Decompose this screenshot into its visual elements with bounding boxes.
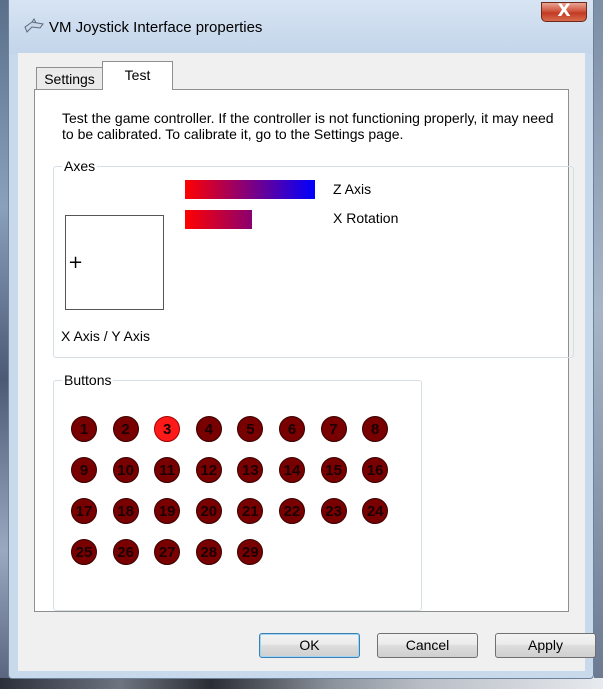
tab-settings[interactable]: Settings xyxy=(36,67,103,89)
button-indicator-18: 18 xyxy=(112,498,139,524)
button-indicator-23: 23 xyxy=(320,498,347,524)
button-indicator-25: 25 xyxy=(71,539,97,565)
button-indicator-11: 11 xyxy=(154,457,181,483)
button-indicator-5: 5 xyxy=(237,416,264,442)
button-indicator-17: 17 xyxy=(71,498,97,524)
ok-button[interactable]: OK xyxy=(259,633,360,658)
cancel-button[interactable]: Cancel xyxy=(377,633,478,658)
crosshair-icon: + xyxy=(68,252,84,273)
button-indicator-27: 27 xyxy=(154,539,181,565)
test-tab-page: Test the game controller. If the control… xyxy=(34,89,574,612)
xy-axis-label: X Axis / Y Axis xyxy=(61,328,150,344)
button-indicator-26: 26 xyxy=(112,539,139,565)
window-title: VM Joystick Interface properties xyxy=(49,19,263,36)
button-indicator-20: 20 xyxy=(195,498,222,524)
taskbar-strip xyxy=(0,678,603,689)
button-indicator-6: 6 xyxy=(279,416,305,442)
button-indicator-2: 2 xyxy=(112,416,139,442)
button-indicator-16: 16 xyxy=(362,457,389,483)
button-indicator-12: 12 xyxy=(195,457,222,483)
button-indicator-4: 4 xyxy=(195,416,222,442)
z-axis-bar xyxy=(185,180,315,199)
properties-dialog: VM Joystick Interface properties X Setti… xyxy=(8,0,596,679)
dialog-client-area: Settings Test Test the game controller. … xyxy=(18,53,596,671)
button-indicator-28: 28 xyxy=(195,539,222,565)
button-indicator-22: 22 xyxy=(279,498,305,524)
button-indicator-24: 24 xyxy=(362,498,389,524)
buttons-group: Buttons 1 2 3 4 5 6 7 8 9 10 11 12 13 14 15 16 17 18 19 20 2… xyxy=(53,372,422,611)
button-indicator-15: 15 xyxy=(320,457,347,483)
axes-group-label: Axes xyxy=(62,158,98,174)
button-indicator-8: 8 xyxy=(362,416,389,442)
button-indicator-19: 19 xyxy=(154,498,181,524)
button-indicator-9: 9 xyxy=(71,457,97,483)
apply-button[interactable]: Apply xyxy=(495,633,596,658)
button-indicator-3: 3 xyxy=(154,416,181,442)
button-indicator-13: 13 xyxy=(237,457,264,483)
button-indicator-21: 21 xyxy=(237,498,264,524)
buttons-group-label: Buttons xyxy=(62,372,114,388)
z-axis-label: Z Axis xyxy=(333,181,372,197)
tab-test[interactable]: Test xyxy=(102,61,173,90)
test-description: Test the game controller. If the control… xyxy=(62,110,554,142)
x-rotation-label: X Rotation xyxy=(333,210,399,226)
axes-group: Axes Z Axis X Rotation + X Axis / Y Axis xyxy=(53,158,574,358)
button-indicator-14: 14 xyxy=(279,457,305,483)
joystick-icon xyxy=(24,18,44,33)
button-indicator-7: 7 xyxy=(320,416,347,442)
xy-axis-box: + xyxy=(65,215,164,310)
close-button[interactable]: X xyxy=(541,1,587,22)
close-icon: X xyxy=(557,1,571,21)
desktop-edge-right xyxy=(594,0,603,689)
button-indicator-10: 10 xyxy=(112,457,139,483)
button-indicator-29: 29 xyxy=(237,539,264,565)
button-indicator-1: 1 xyxy=(71,416,97,442)
x-rotation-bar xyxy=(185,210,252,229)
title-bar[interactable]: VM Joystick Interface properties X xyxy=(9,0,593,54)
